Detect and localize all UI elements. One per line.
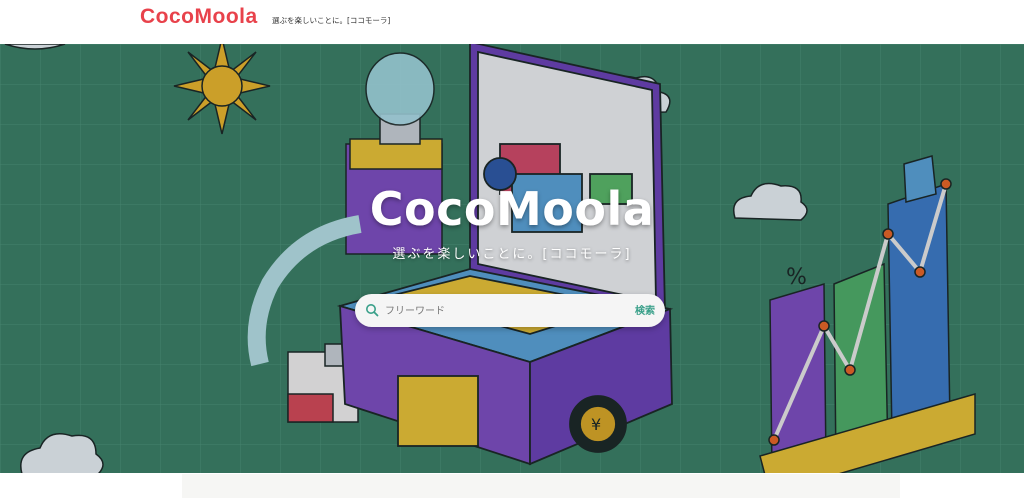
hero-subtitle: 選ぶを楽しいことに。[ココモーラ]	[392, 247, 632, 262]
search-icon	[366, 304, 379, 317]
content-strip	[182, 474, 900, 498]
search-bar: 検索	[355, 294, 665, 327]
site-tagline: 選ぶを楽しいことに。[ココモーラ]	[272, 16, 391, 25]
search-input[interactable]	[383, 300, 617, 323]
site-header: CocoMoola 選ぶを楽しいことに。[ココモーラ]	[0, 0, 1024, 44]
site-logo[interactable]: CocoMoola	[140, 5, 258, 29]
hero-banner: ¥ % CocoMoola 選ぶを楽しいことに。[ココモーラ] 検索	[0, 44, 1024, 473]
hero-title: CocoMoola	[369, 182, 655, 236]
search-button[interactable]: 検索	[635, 302, 655, 317]
